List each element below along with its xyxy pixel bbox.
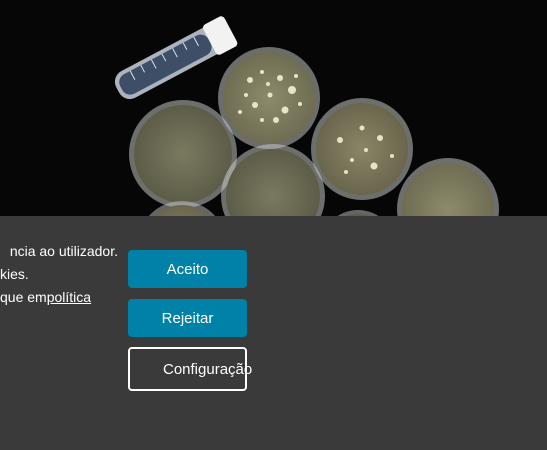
petri-dish — [148, 201, 216, 216]
petri-dishes-illustration — [114, 16, 499, 216]
settings-button[interactable]: Configuração — [128, 347, 252, 391]
cookie-message-line-1: ncia ao utilizador. — [9, 243, 118, 259]
accept-button[interactable]: Aceito — [128, 250, 247, 288]
petri-dish — [311, 98, 413, 200]
petri-dish — [397, 158, 499, 216]
cookie-banner: ncia ao utilizador. kies. que em polític… — [0, 216, 547, 450]
petri-dish — [218, 47, 320, 149]
hero-image — [0, 0, 547, 216]
cookie-message-line-3: que em — [0, 289, 47, 305]
petri-dish — [129, 100, 237, 208]
reject-button[interactable]: Rejeitar — [128, 299, 247, 337]
privacy-policy-link[interactable]: política — [47, 289, 91, 305]
page: ncia ao utilizador. kies. que em polític… — [0, 0, 547, 450]
cookie-message-line-2: kies. — [0, 266, 29, 282]
cookie-message: ncia ao utilizador. kies. que em polític… — [0, 240, 118, 309]
